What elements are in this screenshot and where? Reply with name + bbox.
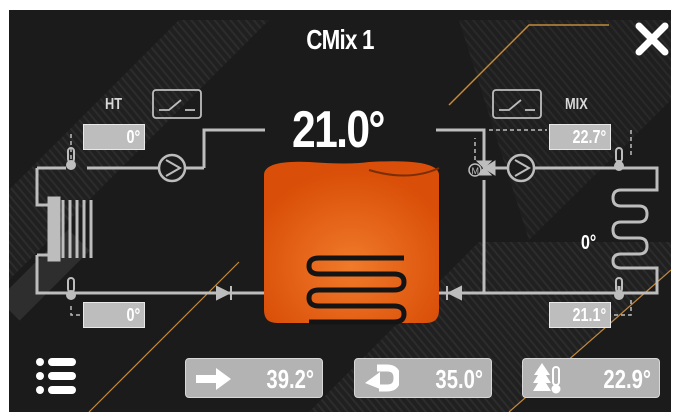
menu-icon[interactable] bbox=[35, 354, 77, 398]
return-arrow-icon bbox=[365, 364, 399, 392]
return-temp-button[interactable]: 35.0° bbox=[354, 358, 492, 398]
ht-radiator bbox=[47, 196, 93, 262]
ht-supply-temp: 0° bbox=[83, 124, 145, 150]
outdoor-temp-button[interactable]: 22.9° bbox=[522, 358, 660, 398]
ht-label: HT bbox=[105, 96, 123, 113]
tank-temperature: 21.0° bbox=[292, 101, 385, 159]
ht-return-temp: 0° bbox=[83, 302, 145, 328]
buffer-tank bbox=[264, 161, 440, 325]
page-title: CMix 1 bbox=[306, 24, 374, 55]
supply-temp-value: 39.2° bbox=[266, 364, 314, 394]
mix-valve-position: 0° bbox=[581, 232, 597, 254]
svg-text:M: M bbox=[472, 166, 480, 176]
mix-return-temp: 21.1° bbox=[549, 302, 611, 328]
mix-label: MIX bbox=[565, 96, 588, 113]
supply-temp-button[interactable]: 39.2° bbox=[185, 358, 323, 398]
screen: M CMix 1 21.0° HT MIX 0° 0° 22.7° 21.1° … bbox=[0, 0, 680, 414]
outdoor-temp-value: 22.9° bbox=[603, 364, 651, 394]
piping-diagram: M bbox=[35, 89, 659, 325]
return-temp-value: 35.0° bbox=[435, 364, 483, 394]
tree-thermometer-icon bbox=[533, 363, 561, 394]
mix-supply-temp: 22.7° bbox=[549, 124, 611, 150]
arrow-right-icon bbox=[196, 368, 231, 390]
hydraulic-panel: M CMix 1 21.0° HT MIX 0° 0° 22.7° 21.1° … bbox=[9, 10, 671, 412]
close-icon[interactable] bbox=[635, 22, 669, 56]
